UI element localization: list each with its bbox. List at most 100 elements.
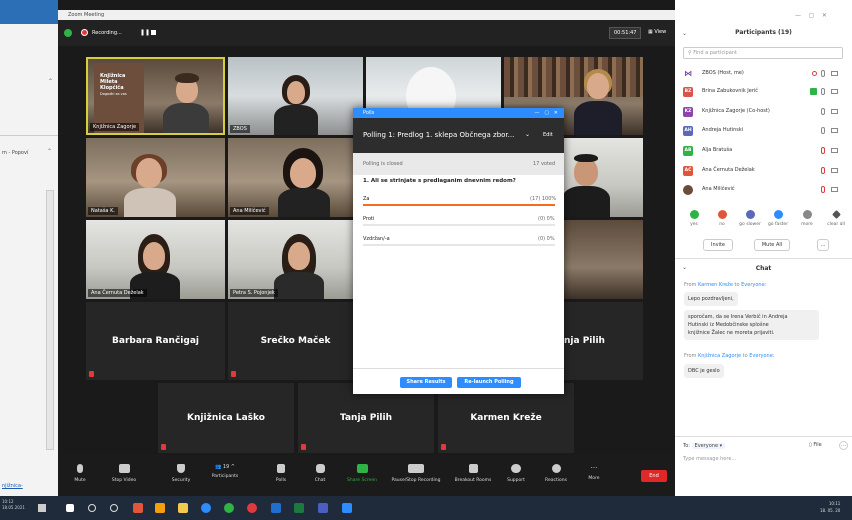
pause-recording-button[interactable]: Pause/Stop Recording [388, 464, 444, 483]
more-button[interactable]: ··· More [574, 464, 614, 481]
video-camera-icon[interactable] [831, 168, 838, 173]
relaunch-polling-button[interactable]: Re-launch Polling [457, 377, 521, 388]
file-explorer-icon[interactable] [178, 503, 188, 513]
reaction-more[interactable]: more [796, 210, 818, 227]
invite-button[interactable]: Invite [703, 239, 733, 251]
participants-button[interactable]: 👥 19 ^ Participants [205, 464, 245, 479]
poll-option-result: (17) 100% [530, 196, 557, 202]
chevron-up-icon[interactable]: ^ [231, 464, 235, 470]
video-tile[interactable]: ZBOS [228, 57, 363, 135]
video-camera-icon[interactable] [831, 109, 838, 114]
view-button[interactable]: ▦ View [648, 29, 666, 35]
video-tile-off[interactable]: Srečko Maček [228, 302, 363, 380]
chat-more-icon[interactable]: … [839, 441, 848, 450]
stop-recording-icon[interactable] [151, 30, 156, 35]
meeting-timer: 00:51:47 [609, 27, 642, 39]
more-options-button[interactable]: ... [817, 239, 829, 251]
share-results-button[interactable]: Share Results [400, 377, 452, 388]
teams-icon[interactable] [318, 503, 328, 513]
video-tile[interactable]: Ana Miličević [228, 138, 363, 217]
reaction-clear-all[interactable]: clear all [825, 210, 847, 227]
ellipsis-icon: ··· [590, 464, 598, 472]
mic-off-icon [161, 444, 166, 450]
chat-input[interactable]: Type message here... [683, 456, 736, 462]
outlook-icon[interactable] [271, 503, 281, 513]
chat-button[interactable]: Chat [300, 464, 340, 483]
recipient-dropdown[interactable]: Everyone ▾ [691, 443, 726, 449]
edit-link[interactable]: Edit [543, 132, 553, 138]
mute-button[interactable]: Mute [60, 464, 100, 483]
microphone-muted-icon[interactable] [821, 147, 825, 154]
reaction-go-slower[interactable]: go slower [739, 210, 761, 227]
end-meeting-button[interactable]: End [641, 470, 667, 482]
participant-row[interactable]: Ana Miličević [675, 182, 852, 198]
reaction-no[interactable]: no [711, 210, 733, 227]
participant-row[interactable]: KZ Knjižnica Zagorje (Co-host) [675, 104, 852, 120]
video-tile-off[interactable]: Barbara Rančigaj [86, 302, 225, 380]
participant-row[interactable]: AB Alja Bratuša [675, 143, 852, 159]
video-camera-icon[interactable] [831, 89, 838, 94]
reaction-go-faster[interactable]: go faster [767, 210, 789, 227]
polls-button[interactable]: Polls [261, 464, 301, 483]
brave-icon[interactable] [133, 503, 143, 513]
search-icon[interactable] [88, 504, 96, 512]
participant-row[interactable]: AH Andreja Hutinski [675, 123, 852, 139]
reactions-button[interactable]: Reactions [536, 464, 576, 483]
video-camera-icon[interactable] [831, 148, 838, 153]
microphone-icon[interactable] [821, 70, 825, 77]
window-controls[interactable]: — ▢ ✕ [795, 12, 827, 19]
collapse-icon[interactable]: ⌃ [48, 78, 53, 85]
video-tile[interactable]: Nataša K. [86, 138, 225, 217]
chrome-icon[interactable] [224, 503, 234, 513]
excel-icon[interactable] [294, 503, 304, 513]
background-app-icon[interactable] [38, 504, 46, 512]
zoom-taskbar-icon[interactable] [342, 503, 352, 513]
pause-recording-icon[interactable]: ❚❚ [140, 29, 150, 36]
tile-name: Knjižnica Zagorje [90, 123, 140, 131]
participant-row[interactable]: BZ Brina Zabukovnik Jerič [675, 84, 852, 100]
chat-title: Chat [755, 265, 772, 272]
security-button[interactable]: Security [161, 464, 201, 483]
participant-search-input[interactable]: ⚲ Find a participant [683, 47, 843, 59]
mute-all-button[interactable]: Mute All [754, 239, 790, 251]
mic-off-icon [89, 371, 94, 377]
tile-name: Nataša K. [88, 207, 118, 215]
microphone-icon[interactable] [821, 127, 825, 134]
search-icon: ⚲ [688, 50, 692, 56]
scrollbar[interactable] [46, 190, 54, 450]
grid-icon [468, 464, 478, 473]
microphone-icon[interactable] [821, 88, 825, 95]
window-controls[interactable]: — ▢ ✕ [535, 108, 558, 118]
opera-icon[interactable] [247, 503, 257, 513]
taskbar-clock[interactable]: 10:11 18. 05. 20 [820, 500, 840, 514]
shield-icon[interactable] [64, 29, 72, 37]
cortana-icon[interactable] [110, 504, 118, 512]
collapse-icon-2[interactable]: ⌃ [47, 148, 52, 155]
video-tile[interactable]: Ana Černuta Deželak [86, 220, 225, 299]
edge-icon[interactable] [201, 503, 211, 513]
background-link[interactable]: njižnica- [2, 483, 23, 489]
pause-stop-icon [408, 464, 424, 473]
microphone-muted-icon[interactable] [821, 186, 825, 193]
video-camera-icon[interactable] [831, 187, 838, 192]
video-tile[interactable]: Petra S. Pojonjek [228, 220, 363, 299]
video-camera-icon[interactable] [831, 71, 838, 76]
breakout-rooms-button[interactable]: Breakout Rooms [450, 464, 496, 483]
windows-start-icon[interactable] [66, 504, 74, 512]
video-tile-off[interactable]: Knjižnica Laško [158, 383, 294, 453]
firefox-icon[interactable] [155, 503, 165, 513]
share-screen-button[interactable]: Share Screen [342, 464, 382, 483]
reaction-yes[interactable]: yes [683, 210, 705, 227]
stop-video-button[interactable]: Stop Video [104, 464, 144, 483]
poll-title[interactable]: Polling 1: Predlog 1. sklepa Občnega zbo… [363, 131, 514, 139]
microphone-muted-icon[interactable] [821, 167, 825, 174]
microphone-icon[interactable] [821, 108, 825, 115]
file-button[interactable]: ▯ File [809, 442, 822, 448]
support-button[interactable]: Support [496, 464, 536, 483]
chat-message: DBC je geslo [684, 364, 724, 378]
participant-row[interactable]: ⋈ ZBOS (Host, me) [675, 66, 852, 82]
video-tile[interactable]: Knjižnica Mileta Klopčiča Dogodki za vas… [86, 57, 225, 135]
chevron-down-icon[interactable]: ⌄ [525, 131, 530, 138]
video-camera-icon[interactable] [831, 128, 838, 133]
participant-row[interactable]: AČ Ana Černuta Deželak [675, 163, 852, 179]
